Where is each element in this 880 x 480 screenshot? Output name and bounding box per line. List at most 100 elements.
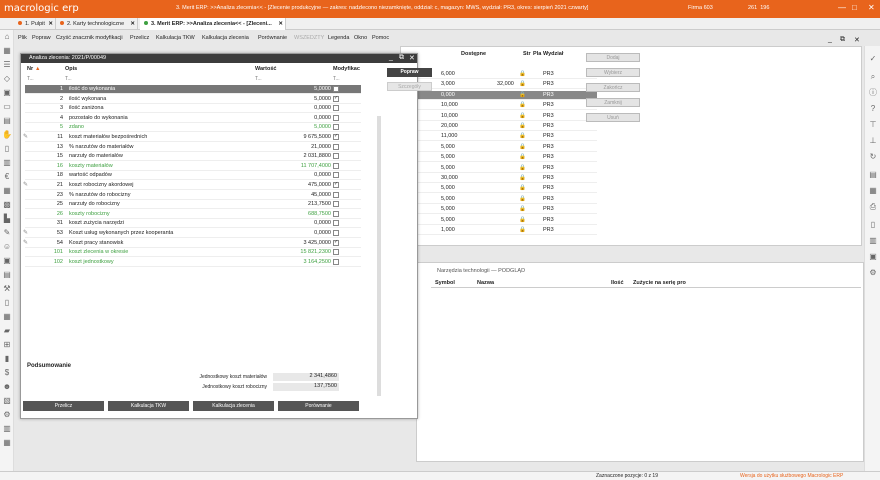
handshake-icon[interactable]: ✋ — [2, 130, 12, 140]
table-row[interactable]: 0,000 🔒 PR3 — [417, 90, 597, 100]
chart-icon[interactable]: ▥ — [2, 158, 12, 168]
restore-icon[interactable]: ⧉ — [399, 54, 404, 62]
table-row[interactable]: ✎ 11 koszt materiałów bezpośrednich 9 675,5… — [23, 133, 361, 142]
grid2-icon[interactable]: ▦ — [2, 312, 12, 322]
inbox-icon[interactable]: ▭ — [2, 102, 12, 112]
table-row[interactable]: 30,000 🔒 PR3 — [417, 174, 597, 183]
close-icon[interactable]: ✕ — [278, 18, 283, 30]
kalkulacja-zlecenia-button[interactable]: Kalkulacja zlecenia — [193, 401, 274, 411]
porownanie-button[interactable]: Porównanie — [278, 401, 359, 411]
modified-checkbox[interactable] — [333, 201, 339, 208]
col-modyfikacja[interactable]: Modyfikac — [333, 66, 360, 72]
info-icon[interactable]: ⓘ — [868, 88, 878, 98]
menu-kalkulacja-tkw[interactable]: Kalkulacja TKW — [156, 35, 195, 41]
vertical-scrollbar[interactable] — [377, 116, 381, 396]
przelicz-button[interactable]: Przelicz — [23, 401, 104, 411]
modified-checkbox[interactable] — [333, 181, 339, 188]
table-row[interactable]: 6,000 🔒 PR3 — [417, 70, 597, 79]
table-row[interactable]: 26 koszty robocizny 688,7500 — [25, 210, 361, 219]
settings-icon[interactable]: ⚙ — [2, 410, 12, 420]
menu-kalkulacja-zlecenia[interactable]: Kalkulacja zlecenia — [202, 35, 249, 41]
table-row[interactable]: 3 ilość zaniżona 0,0000 — [25, 104, 361, 114]
table-row[interactable]: 1 ilość do wykonania 5,0000 — [25, 85, 361, 94]
sheet-icon[interactable]: ▦ — [868, 186, 878, 196]
close-icon[interactable]: ✕ — [854, 36, 860, 44]
filter-opis[interactable]: T... — [65, 76, 72, 82]
sort-icon[interactable]: ▲ — [35, 66, 40, 72]
modified-checkbox[interactable] — [333, 114, 339, 121]
table-row[interactable]: 10,000 🔒 PR3 — [417, 112, 597, 121]
doc-icon[interactable]: ▯ — [868, 220, 878, 230]
modified-checkbox[interactable] — [333, 86, 339, 92]
tab-analiza[interactable]: 3. Merit ERP: >>Analiza zlecenia<< - [Zl… — [140, 18, 286, 30]
chart2-icon[interactable]: ▥ — [2, 424, 12, 434]
box2-icon[interactable]: ▣ — [2, 256, 12, 266]
table-row[interactable]: 5,000 🔒 PR3 — [417, 153, 597, 163]
modified-checkbox[interactable] — [333, 133, 339, 140]
filter-icon[interactable]: ⊤ — [868, 120, 878, 130]
export-icon[interactable]: ▤ — [868, 170, 878, 180]
table-row[interactable]: 25 narzuty do robocizny 213,7500 — [25, 200, 361, 210]
modified-checkbox[interactable] — [333, 210, 339, 217]
modified-checkbox[interactable] — [333, 124, 339, 131]
table-row[interactable]: 101 koszt zlecenia w okresie 15 821,2300 — [25, 248, 361, 258]
table-row[interactable]: 5,000 🔒 PR3 — [417, 195, 597, 204]
close-icon[interactable]: ✕ — [868, 3, 875, 12]
szczegoly-button[interactable]: Szczegóły — [387, 82, 432, 91]
modified-checkbox[interactable] — [333, 105, 339, 112]
col-wartosc[interactable]: Wartość — [255, 66, 277, 72]
menu-wszedzty[interactable]: WSZEDZTY — [294, 35, 324, 41]
filter-modyfikacja[interactable]: T... — [333, 76, 340, 82]
filter-clear-icon[interactable]: ⊥ — [868, 136, 878, 146]
table-row[interactable]: ✎ 54 Koszt pracy stanowisk 3 425,0000 — [23, 239, 361, 248]
minimize-icon[interactable]: — — [838, 3, 846, 12]
grid3-icon[interactable]: ▦ — [2, 438, 12, 448]
side-button-1[interactable]: Wybierz — [586, 68, 640, 77]
report-icon[interactable]: ▧ — [2, 396, 12, 406]
table-row[interactable]: 20,000 🔒 PR3 — [417, 122, 597, 131]
money-icon[interactable]: $ — [2, 368, 12, 378]
tab-karty[interactable]: 2. Karty technologiczne ✕ — [56, 18, 138, 30]
barcode-icon[interactable]: ▮ — [2, 354, 12, 364]
help-icon[interactable]: ? — [868, 104, 878, 114]
minimize-icon[interactable]: _ — [389, 54, 393, 61]
table-row[interactable]: 2 ilość wykonana 5,0000 — [25, 95, 361, 104]
table-row[interactable]: 102 koszt jednostkowy 3 164,2500 — [25, 258, 361, 267]
table-icon[interactable]: ▥ — [868, 236, 878, 246]
close-icon[interactable]: ✕ — [409, 54, 415, 62]
home-icon[interactable]: ⌂ — [2, 32, 12, 42]
minimize-icon[interactable]: _ — [828, 36, 832, 43]
close-icon[interactable]: ✕ — [130, 18, 135, 30]
table-row[interactable]: 3,000 32,000 🔒 PR3 — [417, 80, 597, 90]
euro-icon[interactable]: € — [2, 172, 12, 182]
layout-icon[interactable]: ▣ — [868, 252, 878, 262]
calc-icon[interactable]: ▩ — [2, 200, 12, 210]
list-icon[interactable]: ☰ — [2, 60, 12, 70]
modified-checkbox[interactable] — [333, 143, 339, 150]
diamond-icon[interactable]: ◇ — [2, 74, 12, 84]
modified-checkbox[interactable] — [333, 95, 339, 102]
table-row[interactable]: 23 % narzutów do robocizny 45,0000 — [25, 191, 361, 200]
card-icon[interactable]: ▤ — [2, 116, 12, 126]
table-icon[interactable]: ▦ — [2, 186, 12, 196]
wrench-icon[interactable]: ⚒ — [2, 284, 12, 294]
person-icon[interactable]: ☻ — [2, 382, 12, 392]
menu-legenda[interactable]: Legenda — [328, 35, 349, 41]
modified-checkbox[interactable] — [333, 258, 339, 265]
table-row[interactable]: 13 % narzutów do materiałów 21,0000 — [25, 143, 361, 152]
truck-icon[interactable]: ▰ — [2, 326, 12, 336]
side-button-2[interactable]: Zakończ — [586, 83, 640, 92]
box-icon[interactable]: ▣ — [2, 88, 12, 98]
menu-plik[interactable]: Plik — [18, 35, 27, 41]
table-row[interactable]: 5,000 🔒 PR3 — [417, 143, 597, 152]
settings-icon[interactable]: ⚙ — [868, 268, 878, 278]
grid-icon[interactable]: ▦ — [2, 46, 12, 56]
menu-popraw[interactable]: Popraw — [32, 35, 51, 41]
modified-checkbox[interactable] — [333, 239, 339, 246]
table-row[interactable]: ✎ 21 koszt robocizny akordowej 475,0000 — [23, 181, 361, 190]
factory-icon[interactable]: ▙ — [2, 214, 12, 224]
table-row[interactable]: 31 koszt zużycia narzędzi 0,0000 — [25, 219, 361, 229]
table-row[interactable]: 4 pozostało do wykonania 0,0000 — [25, 114, 361, 123]
modified-checkbox[interactable] — [333, 230, 339, 236]
kalkulacja-tkw-button[interactable]: Kalkulacja TKW — [108, 401, 189, 411]
